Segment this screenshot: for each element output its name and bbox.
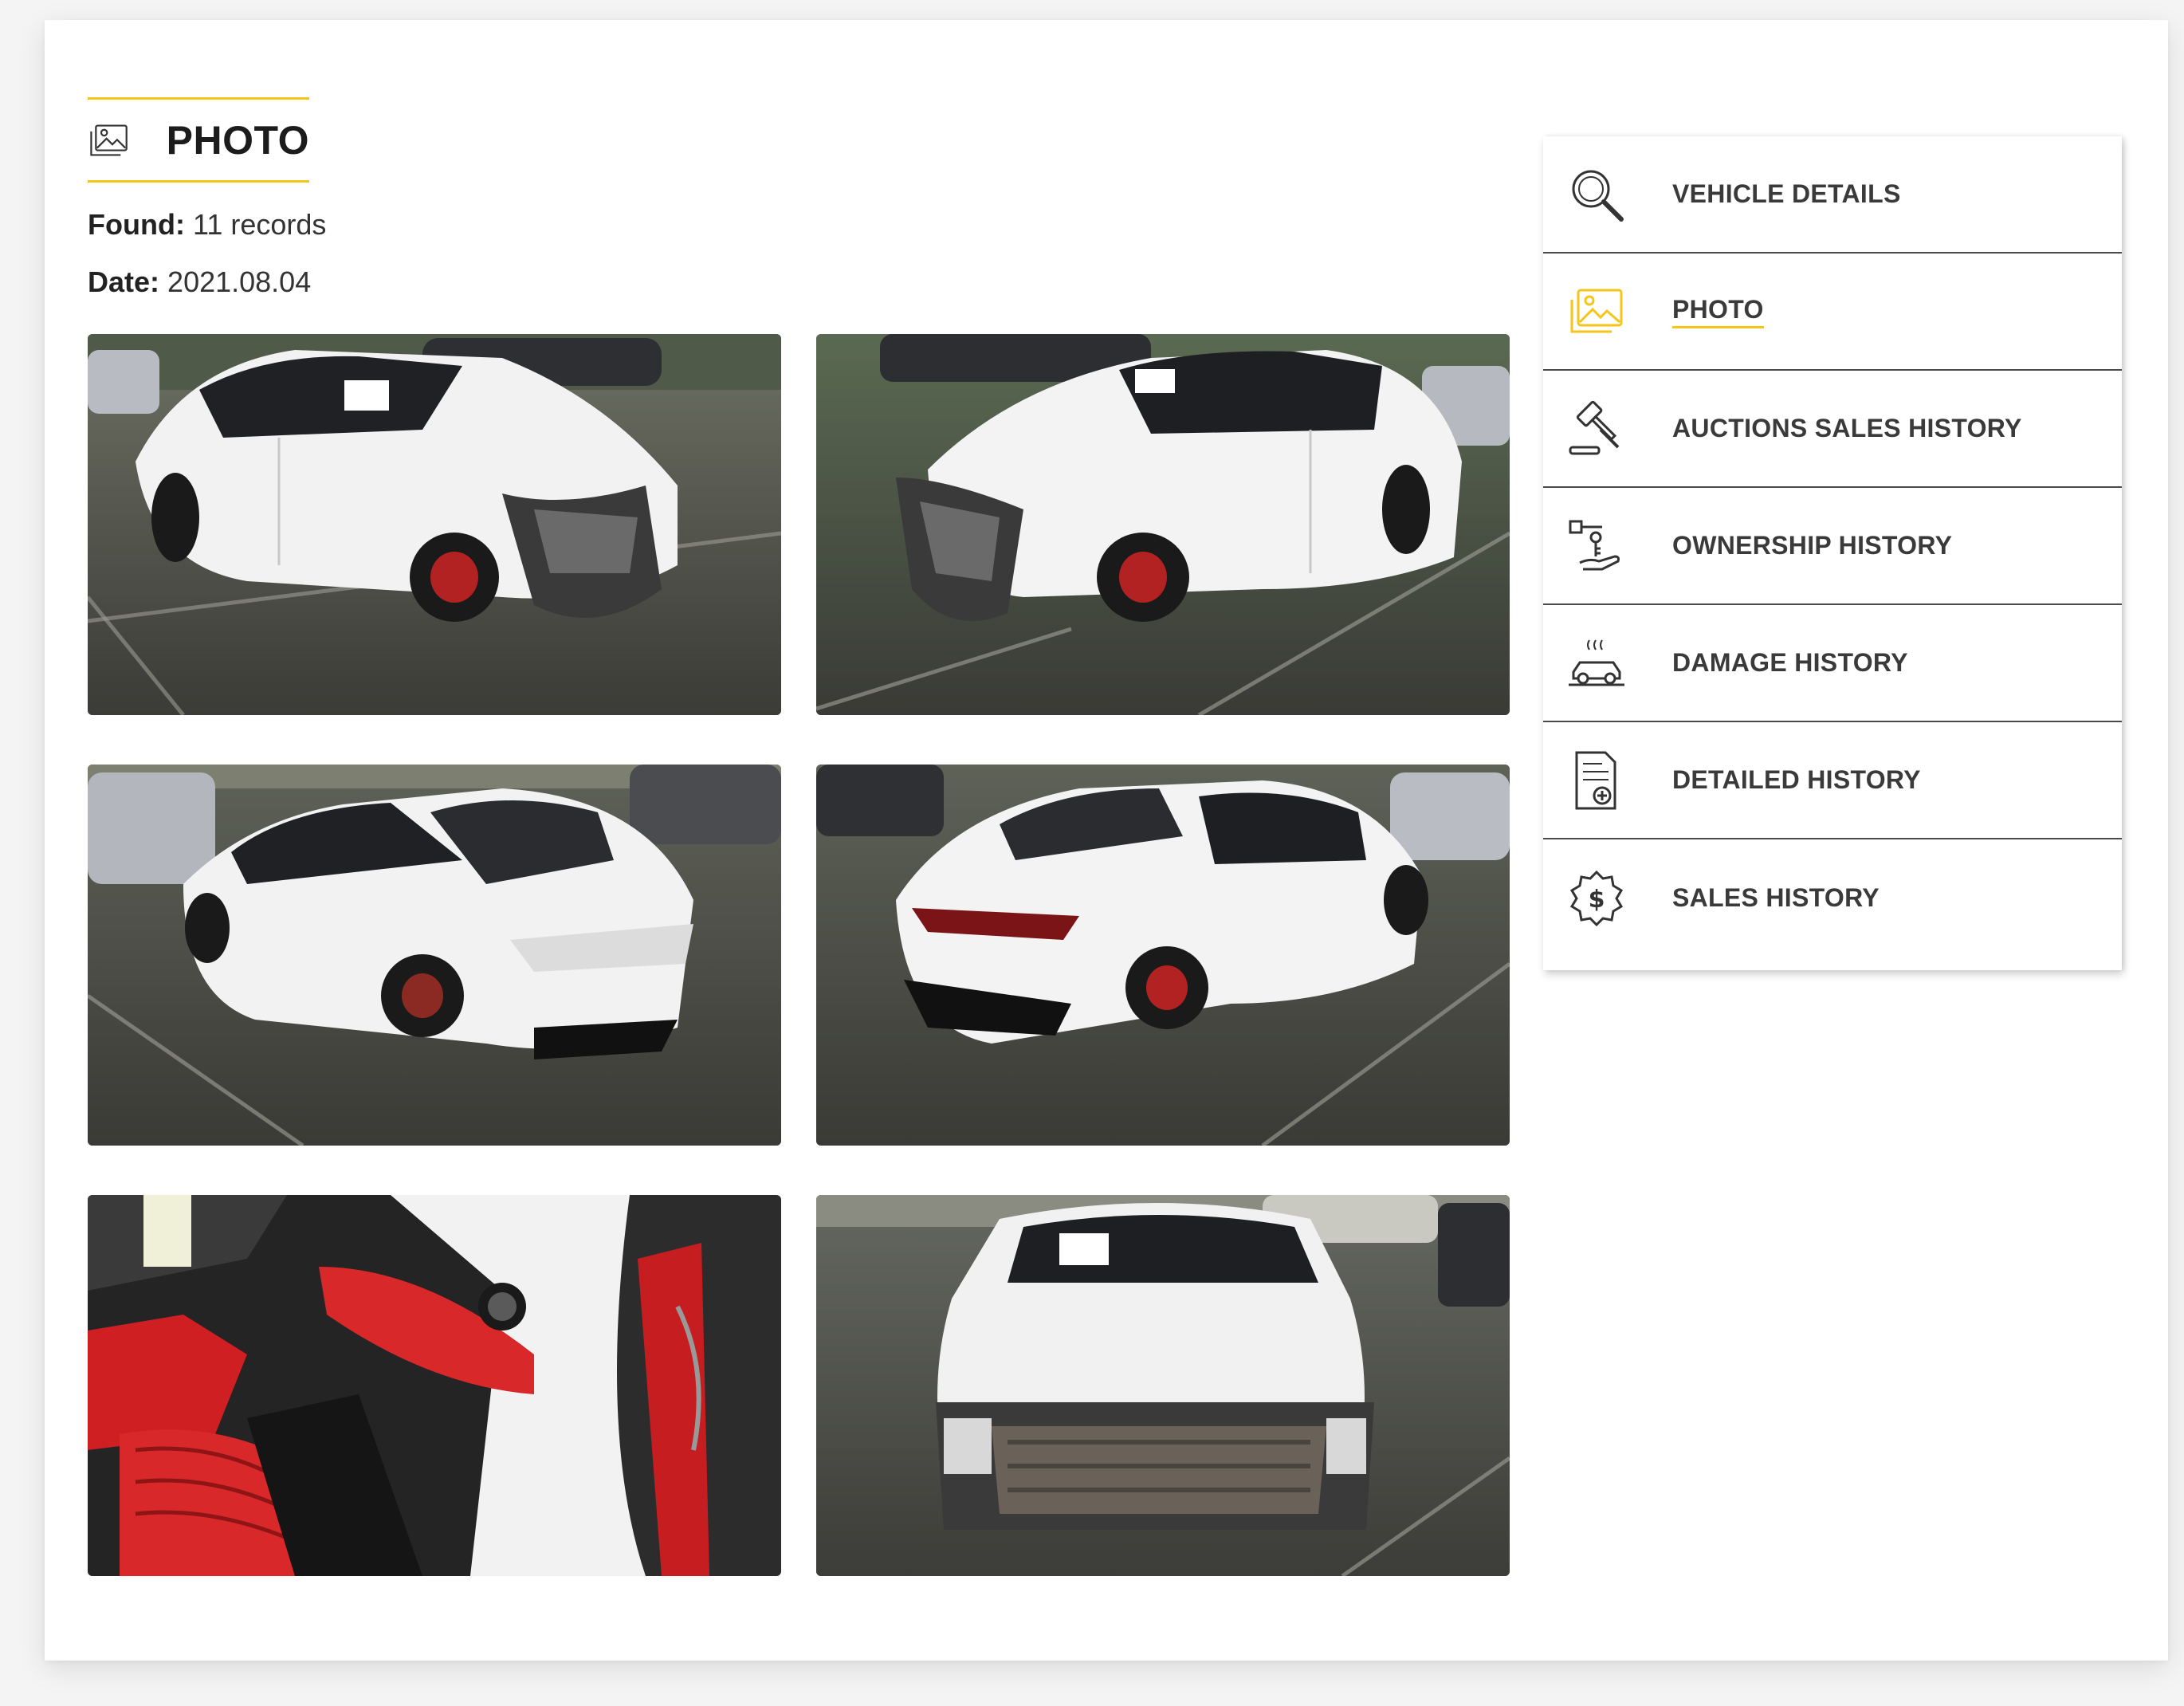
- date-value: 2021.08.04: [167, 265, 312, 298]
- svg-text:$: $: [1589, 886, 1605, 914]
- gavel-icon: [1569, 400, 1620, 454]
- nav-item-damage-history[interactable]: DAMAGE HISTORY: [1543, 605, 2122, 722]
- document-plus-icon: [1575, 751, 1616, 809]
- nav-item-ownership-history[interactable]: OWNERSHIP HISTORY: [1543, 488, 2122, 605]
- section-header: PHOTO: [88, 97, 309, 183]
- photo-icon: [90, 124, 128, 156]
- nav-item-label: SALES HISTORY: [1672, 883, 1880, 912]
- photo-date: Date: 2021.08.04: [88, 265, 311, 299]
- photo-icon: [1570, 289, 1623, 332]
- found-value: 11 records: [192, 208, 327, 241]
- vehicle-photo[interactable]: [816, 765, 1510, 1146]
- dollar-badge-icon: $: [1569, 870, 1624, 926]
- nav-item-label: OWNERSHIP HISTORY: [1672, 531, 1953, 560]
- nav-item-label: DAMAGE HISTORY: [1672, 648, 1908, 677]
- found-count: Found: 11 records: [88, 208, 326, 242]
- magnifier-icon: [1572, 170, 1624, 222]
- report-card: PHOTO Found: 11 records Date: 2021.08.04: [45, 20, 2168, 1661]
- date-label: Date:: [88, 265, 160, 298]
- nav-item-label: AUCTIONS SALES HISTORY: [1672, 414, 2022, 442]
- photo-grid: [88, 334, 1510, 1584]
- nav-item-photo[interactable]: PHOTO: [1543, 254, 2122, 371]
- vehicle-photo[interactable]: [88, 765, 781, 1146]
- section-nav: VEHICLE DETAILS PHOTO AUCTIONS SALES HIS…: [1543, 136, 2122, 970]
- found-label: Found:: [88, 208, 185, 241]
- vehicle-photo[interactable]: [816, 334, 1510, 715]
- nav-item-sales-history[interactable]: $ SALES HISTORY: [1543, 839, 2122, 957]
- key-hand-icon: [1569, 520, 1620, 570]
- nav-item-detailed-history[interactable]: DETAILED HISTORY: [1543, 722, 2122, 839]
- nav-item-label: VEHICLE DETAILS: [1672, 179, 1901, 208]
- nav-item-auctions-sales-history[interactable]: AUCTIONS SALES HISTORY: [1543, 371, 2122, 488]
- nav-item-vehicle-details[interactable]: VEHICLE DETAILS: [1543, 136, 2122, 254]
- vehicle-photo[interactable]: [88, 334, 781, 715]
- page-title: PHOTO: [166, 117, 309, 163]
- vehicle-photo[interactable]: [88, 1195, 781, 1576]
- nav-item-label: PHOTO: [1672, 295, 1764, 328]
- damaged-car-icon: [1569, 639, 1624, 686]
- vehicle-photo[interactable]: [816, 1195, 1510, 1576]
- nav-item-label: DETAILED HISTORY: [1672, 765, 1921, 794]
